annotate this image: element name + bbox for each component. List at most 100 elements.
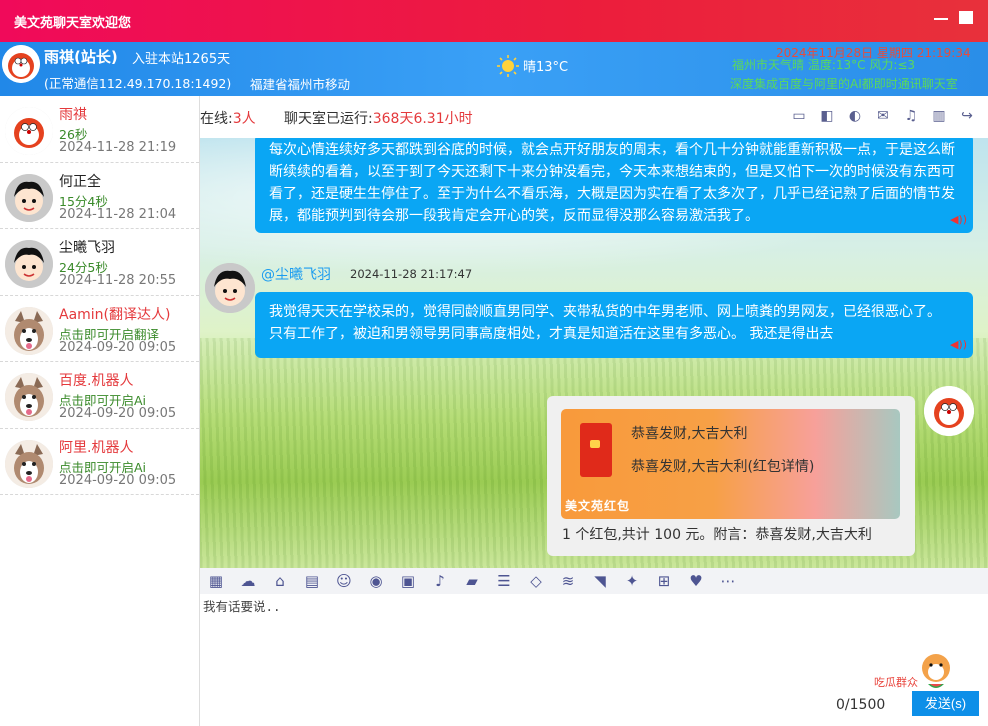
speaker-icon[interactable]: ◀)) <box>950 209 967 231</box>
title-bar: 美文苑聊天室欢迎您 <box>0 0 988 42</box>
speaker-icon[interactable]: ◀)) <box>950 334 967 356</box>
user-name: 雨祺(站长) <box>44 48 118 66</box>
user-time: 2024-11-28 21:19 <box>59 140 177 155</box>
online-label: 在线: <box>200 111 233 127</box>
message-text: 每次心情连续好多天都跌到谷底的时候，就会点开好朋友的周末，看个几十分钟就能重新积… <box>269 142 955 224</box>
user-location: 福建省福州市移动 <box>250 77 351 92</box>
sidebar-user-item[interactable]: 尘曦飞羽 24分5秒 2024-11-28 20:55 <box>0 229 199 296</box>
cartoon-boy-avatar-icon <box>205 263 255 313</box>
camera-icon[interactable]: ▣ <box>392 572 424 590</box>
smile-icon[interactable]: ☺ <box>328 572 360 590</box>
red-packet-message[interactable]: 恭喜发财,大吉大利 恭喜发财,大吉大利(红包详情) 美文苑红包 1 个红包,共计… <box>547 396 915 556</box>
weather-text: 晴13°C <box>523 60 569 75</box>
trash-icon[interactable]: ▥ <box>930 108 948 124</box>
server-icon[interactable]: ☰ <box>488 572 520 590</box>
user-avatar[interactable] <box>5 240 53 288</box>
user-circle-icon[interactable]: ◉ <box>360 572 392 590</box>
runtime-value: 368天6.31小时 <box>372 111 473 127</box>
melon-eater-sticker-icon: 吃瓜群众 <box>874 654 950 689</box>
red-packet-greeting: 恭喜发财,大吉大利 <box>631 426 748 442</box>
red-envelope-icon <box>580 423 612 477</box>
music-icon[interactable]: ♪ <box>424 572 456 590</box>
heart-icon[interactable]: ♥ <box>680 572 712 590</box>
twitter-icon[interactable]: ✦ <box>616 572 648 590</box>
message-text: 我觉得天天在学校呆的，觉得同龄顺直男同学、夹带私货的中年男老师、网上喷粪的男网友… <box>269 304 941 342</box>
red-packet-brand: 美文苑红包 <box>565 499 631 513</box>
more-icon[interactable]: ⋯ <box>712 572 744 590</box>
sidebar-user-item[interactable]: 阿里.机器人 点击即可开启Ai 2024-09-20 09:05 <box>0 429 199 495</box>
message-input[interactable]: 我有话要说.. <box>203 596 281 615</box>
user-avatar[interactable] <box>5 439 53 488</box>
folder-icon[interactable]: ▰ <box>456 572 488 590</box>
minimize-button[interactable] <box>934 18 948 20</box>
user-avatar[interactable] <box>5 107 53 155</box>
online-value: 3人 <box>232 111 256 127</box>
monitor-icon[interactable]: ▭ <box>790 108 808 124</box>
user-info-bar: 雨祺(站长) 入驻本站1265天 (正常通信112.49.170.18:1492… <box>0 42 988 96</box>
user-name[interactable]: 何正全 <box>59 171 101 191</box>
database-icon[interactable]: ≋ <box>552 572 584 590</box>
avatar[interactable] <box>2 45 40 83</box>
own-avatar[interactable] <box>924 386 974 436</box>
connection-status: (正常通信112.49.170.18:1492) <box>44 76 232 91</box>
diamond-icon[interactable]: ◇ <box>520 572 552 590</box>
bank-icon[interactable]: ⌂ <box>264 572 296 590</box>
message-sender[interactable]: @尘曦飞羽 <box>261 264 331 284</box>
window-title: 美文苑聊天室欢迎您 <box>14 16 132 31</box>
user-name[interactable]: 百度.机器人 <box>59 370 133 390</box>
runtime-label: 聊天室已运行: <box>284 111 373 127</box>
char-count: 0/1500 <box>836 697 886 713</box>
cartoon-boy-avatar-icon <box>5 240 53 288</box>
user-avatar[interactable] <box>5 373 53 421</box>
sidebar-user-item[interactable]: 雨祺 26秒 2024-11-28 21:19 <box>0 96 199 163</box>
doraemon-avatar-icon <box>924 386 974 436</box>
chat-messages[interactable]: 每次心情连续好多天都跌到谷底的时候，就会点开好朋友的周末，看个几十分钟就能重新积… <box>200 138 988 568</box>
message-avatar[interactable] <box>205 263 255 313</box>
cloud-icon[interactable]: ☁ <box>232 572 264 590</box>
user-time: 2024-11-28 20:55 <box>59 273 177 288</box>
header-actions: ▭ ◧ ◐ ✉ ♫ ▥ ↪ <box>790 108 976 124</box>
red-packet-details-link[interactable]: 恭喜发财,大吉大利(红包详情) <box>631 456 814 476</box>
toggle-icon[interactable]: ◐ <box>846 108 864 124</box>
user-name[interactable]: 阿里.机器人 <box>59 437 133 457</box>
grid-icon[interactable]: ▦ <box>200 572 232 590</box>
maximize-button[interactable] <box>959 11 973 24</box>
message-bubble[interactable]: 每次心情连续好多天都跌到谷底的时候，就会点开好朋友的周末，看个几十分钟就能重新积… <box>255 138 973 233</box>
red-packet-summary: 1 个红包,共计 100 元。附言：恭喜发财,大吉大利 <box>562 527 872 543</box>
online-count: 在线:3人 <box>200 108 256 128</box>
message-time: 2024-11-28 21:17:47 <box>350 267 473 281</box>
windows-icon[interactable]: ⊞ <box>648 572 680 590</box>
info-marquee: 深度集成百度与阿里的AI都即时通讯聊天室 <box>730 77 958 91</box>
send-button[interactable]: 发送(s) <box>912 691 979 716</box>
window-icon[interactable]: ◧ <box>818 108 836 124</box>
bell-icon[interactable]: ♫ <box>902 108 920 124</box>
user-time: 2024-09-20 09:05 <box>59 472 177 488</box>
chat-header: 在线:3人 聊天室已运行:368天6.31小时 ▭ ◧ ◐ ✉ ♫ ▥ ↪ <box>200 96 988 138</box>
doraemon-avatar-icon <box>2 45 40 83</box>
id-card-icon[interactable]: ▤ <box>296 572 328 590</box>
sun-icon <box>497 55 519 77</box>
message-input-area[interactable]: 我有话要说.. 吃瓜群众 0/1500 发送(s) <box>200 594 988 726</box>
user-name[interactable]: 尘曦飞羽 <box>59 237 115 257</box>
sidebar-user-item[interactable]: 百度.机器人 点击即可开启Ai 2024-09-20 09:05 <box>0 362 199 429</box>
red-packet-card[interactable]: 恭喜发财,大吉大利 恭喜发财,大吉大利(红包详情) 美文苑红包 <box>561 409 900 519</box>
sticker-text: 吃瓜群众 <box>874 675 918 689</box>
husky-avatar-icon <box>5 373 53 421</box>
user-avatar[interactable] <box>5 173 53 222</box>
user-time: 2024-09-20 09:05 <box>59 406 177 421</box>
runtime: 聊天室已运行:368天6.31小时 <box>284 108 473 128</box>
message-bubble[interactable]: 我觉得天天在学校呆的，觉得同龄顺直男同学、夹带私货的中年男老师、网上喷粪的男网友… <box>255 292 973 358</box>
user-name[interactable]: 雨祺 <box>59 104 87 124</box>
doraemon-avatar-icon <box>5 107 53 155</box>
husky-avatar-icon <box>5 439 53 488</box>
share-icon[interactable]: ↪ <box>958 108 976 124</box>
rss-icon[interactable]: ◥ <box>584 572 616 590</box>
user-days: 入驻本站1265天 <box>132 52 231 67</box>
sidebar-user-item[interactable]: Aamin(翻译达人) 点击即可开启翻译 2024-09-20 09:05 <box>0 296 199 362</box>
user-name[interactable]: Aamin(翻译达人) <box>59 304 170 324</box>
husky-avatar-icon <box>5 306 53 355</box>
sidebar-user-item[interactable]: 何正全 15分4秒 2024-11-28 21:04 <box>0 163 199 229</box>
user-avatar[interactable] <box>5 306 53 355</box>
mail-icon[interactable]: ✉ <box>874 108 892 124</box>
cartoon-boy-avatar-icon <box>5 173 53 222</box>
